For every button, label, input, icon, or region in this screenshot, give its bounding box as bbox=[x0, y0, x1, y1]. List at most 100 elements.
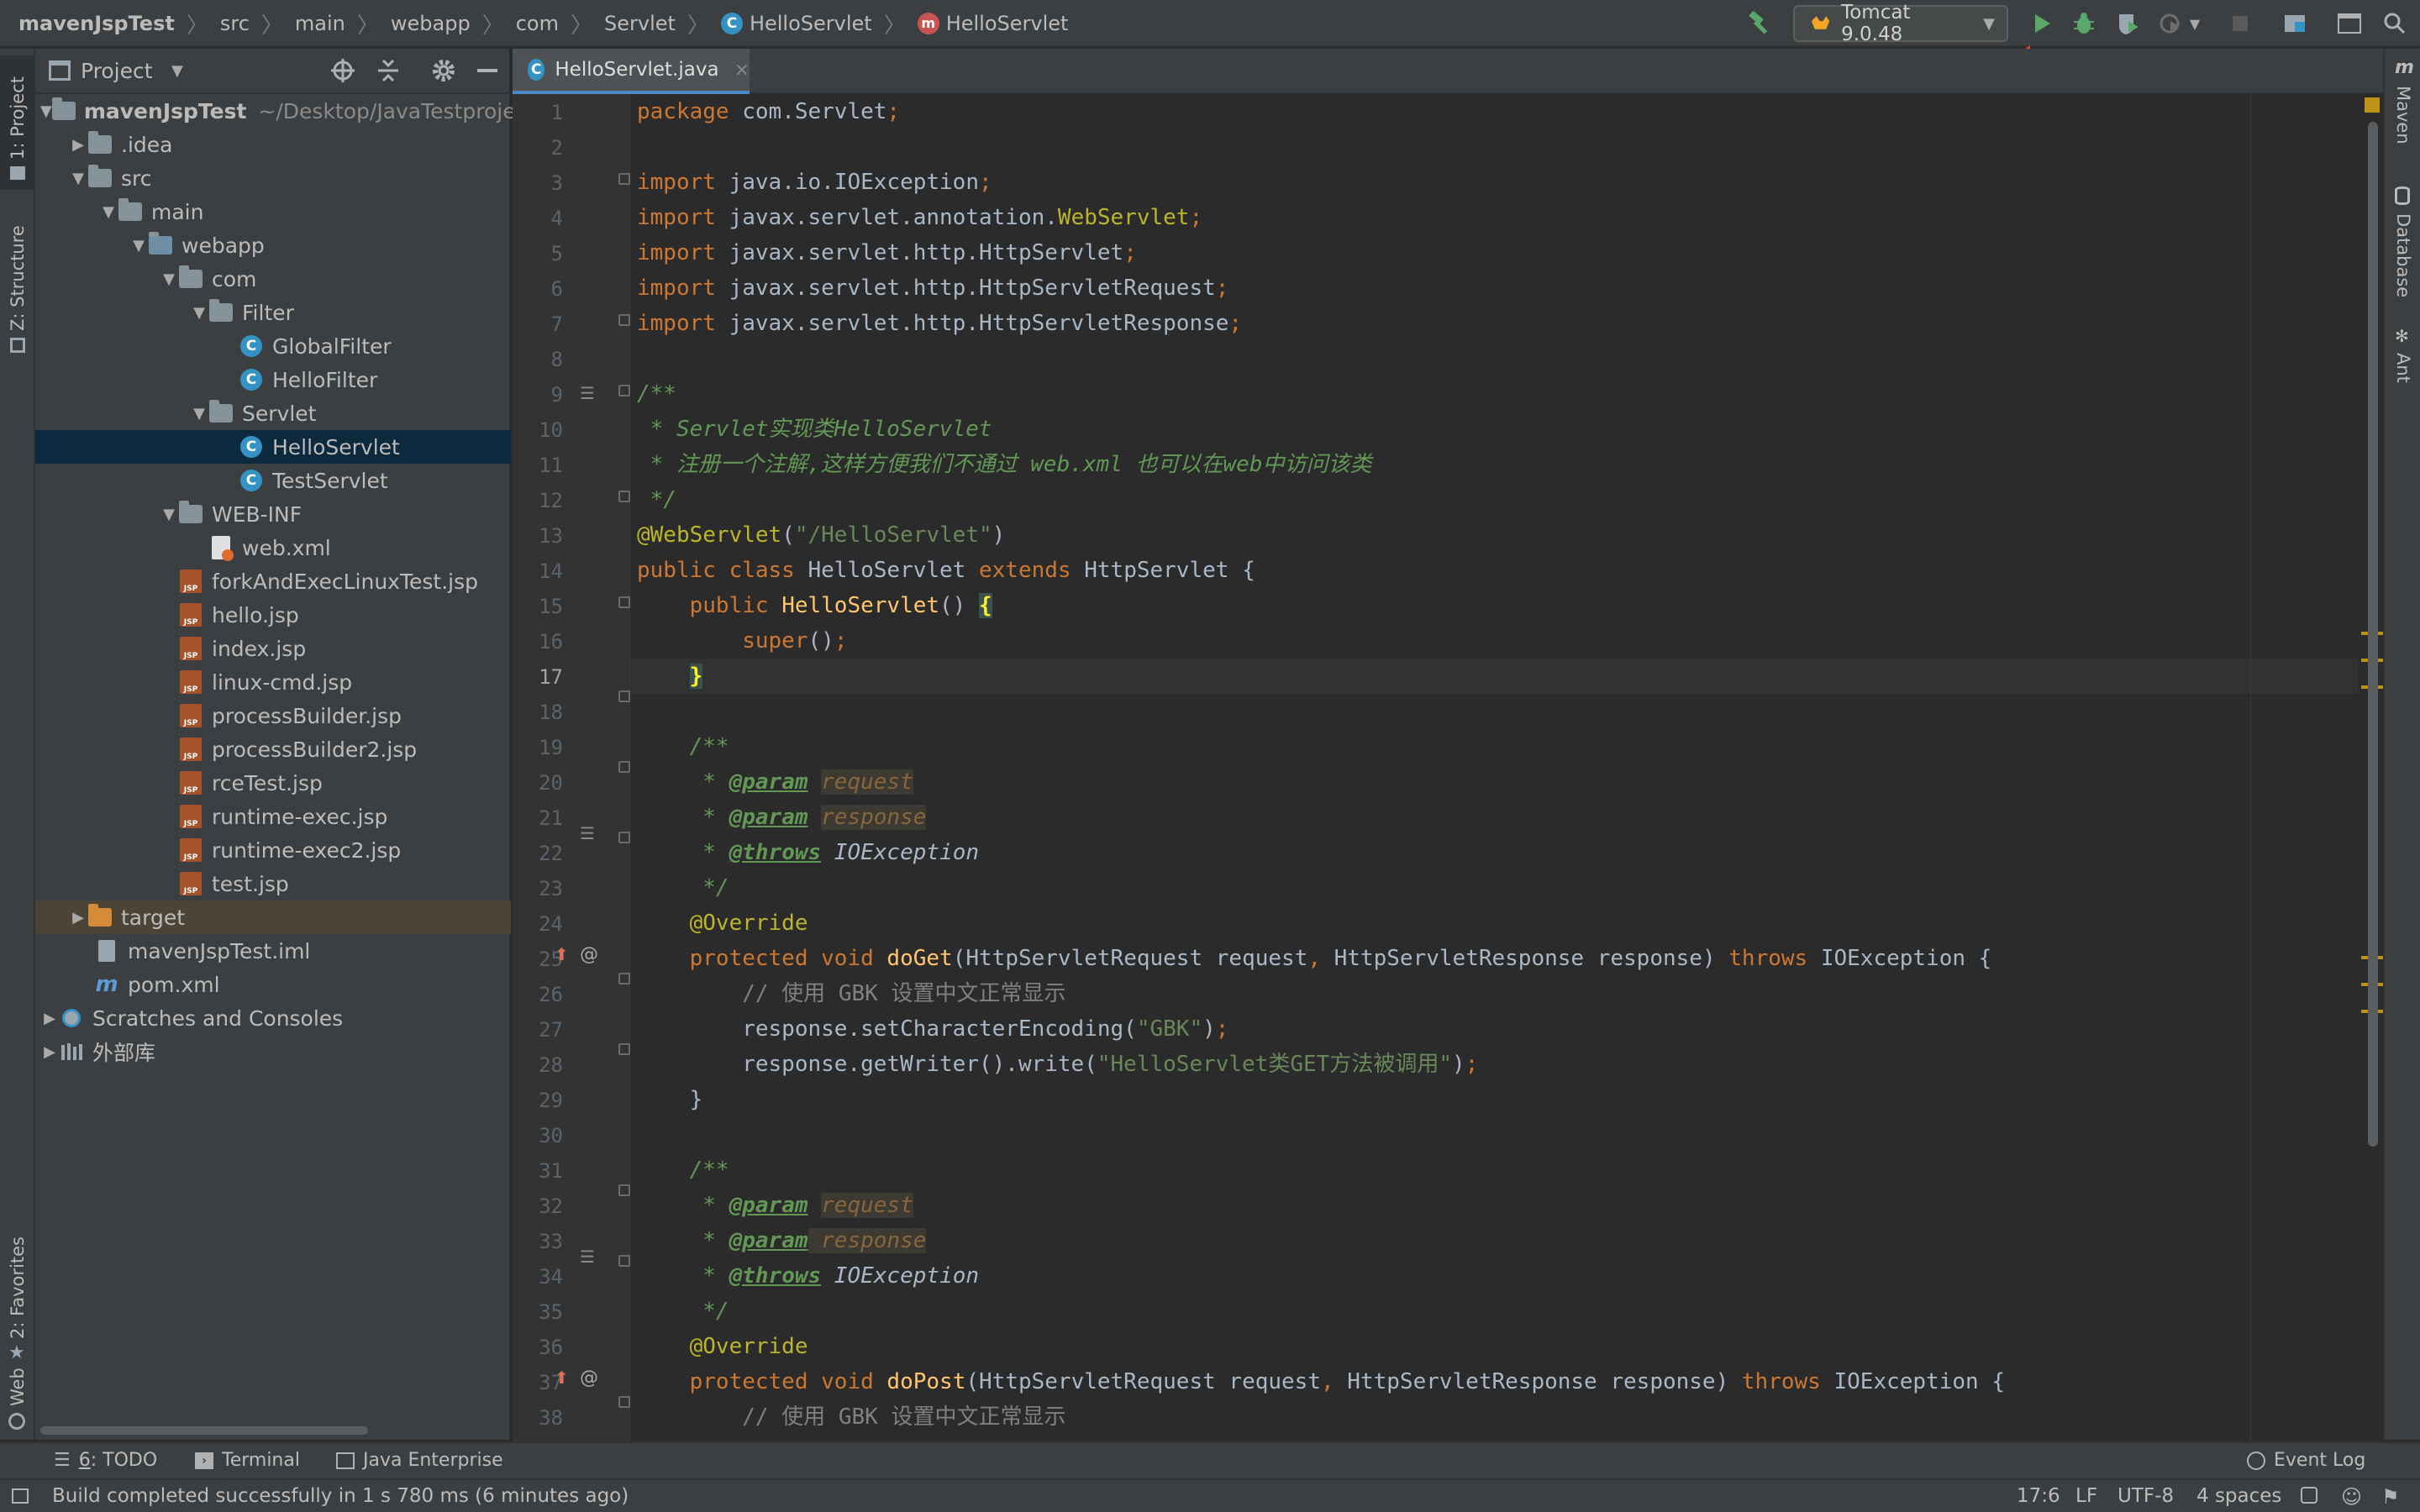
breadcrumb-main[interactable]: main bbox=[295, 12, 345, 35]
terminal-tab[interactable]: › Terminal bbox=[195, 1450, 300, 1471]
code-editor[interactable]: package com.Servlet; import java.io.IOExc… bbox=[630, 94, 2370, 1441]
tree-item[interactable]: C GlobalFilter bbox=[35, 329, 511, 363]
breadcrumb-src[interactable]: src bbox=[220, 12, 250, 35]
tree-item[interactable]: JSP index.jsp bbox=[35, 632, 511, 665]
annotation-marker-icon[interactable]: @ bbox=[580, 1368, 598, 1389]
project-view-title[interactable]: Project bbox=[81, 59, 153, 83]
inspection-icon[interactable]: ☺ bbox=[2341, 1485, 2362, 1509]
fold-marker-icon[interactable] bbox=[618, 1184, 630, 1196]
structure-tool-tab[interactable]: Z: Structure bbox=[0, 208, 35, 360]
tree-item[interactable]: JSP forkAndExecLinuxTest.jsp bbox=[35, 564, 511, 598]
fold-marker-icon[interactable] bbox=[618, 973, 630, 984]
tree-item[interactable]: ▶ .idea bbox=[35, 128, 511, 161]
caret-position[interactable]: 17:6 bbox=[2017, 1485, 2060, 1507]
tree-item[interactable]: ▼ main bbox=[35, 195, 511, 228]
fold-marker-icon[interactable] bbox=[618, 314, 630, 326]
fold-marker-icon[interactable] bbox=[618, 173, 630, 185]
ant-tool-tab[interactable]: ✻ Ant bbox=[2385, 326, 2420, 418]
fold-marker-icon[interactable] bbox=[618, 491, 630, 502]
tree-item[interactable]: web.xml bbox=[35, 531, 511, 564]
annotation-marker-icon[interactable]: @ bbox=[580, 944, 598, 965]
breadcrumb-method[interactable]: m HelloServlet bbox=[917, 12, 1068, 35]
vertical-scrollbar[interactable] bbox=[2368, 122, 2378, 1147]
fold-marker-icon[interactable] bbox=[618, 385, 630, 396]
tree-item[interactable]: ▼ Servlet bbox=[35, 396, 511, 430]
tree-item[interactable]: ▼ Filter bbox=[35, 296, 511, 329]
tree-item[interactable]: JSP hello.jsp bbox=[35, 598, 511, 632]
tree-item[interactable]: ▶ Scratches and Consoles bbox=[35, 1001, 511, 1035]
tree-item[interactable]: ▶ target bbox=[35, 900, 511, 934]
todo-tab[interactable]: ☰ 6: TODO bbox=[54, 1450, 157, 1471]
tree-item[interactable]: JSP processBuilder2.jsp bbox=[35, 732, 511, 766]
locate-target-icon[interactable] bbox=[329, 57, 356, 84]
override-marker-icon[interactable]: ⬆ bbox=[555, 944, 569, 964]
debug-bug-icon[interactable] bbox=[2067, 7, 2101, 40]
tree-item[interactable]: JSP rceTest.jsp bbox=[35, 766, 511, 800]
lock-icon[interactable] bbox=[2301, 1487, 2317, 1504]
warning-indicator-icon[interactable] bbox=[2365, 97, 2380, 113]
java-enterprise-tab[interactable]: Java Enterprise bbox=[336, 1450, 503, 1471]
minimize-icon[interactable] bbox=[477, 69, 497, 72]
breadcrumb-com[interactable]: com bbox=[516, 12, 559, 35]
profile-icon[interactable] bbox=[2154, 7, 2188, 40]
tree-item[interactable]: ▶ 外部库 bbox=[35, 1035, 511, 1068]
web-tool-tab[interactable]: Web bbox=[0, 1342, 35, 1435]
tree-item[interactable]: ▼ webapp bbox=[35, 228, 511, 262]
status-message[interactable]: Build completed successfully in 1 s 780 … bbox=[52, 1485, 629, 1507]
gear-icon[interactable] bbox=[430, 57, 457, 84]
render-doc-icon[interactable]: ☰ bbox=[580, 383, 595, 403]
horizontal-scrollbar[interactable] bbox=[40, 1426, 368, 1435]
project-structure-icon[interactable] bbox=[2279, 7, 2312, 40]
breadcrumb-servlet[interactable]: Servlet bbox=[604, 12, 676, 35]
presentation-icon[interactable] bbox=[2333, 7, 2366, 40]
indent-setting[interactable]: 4 spaces bbox=[2196, 1485, 2281, 1507]
tree-item-selected[interactable]: C HelloServlet bbox=[35, 430, 511, 464]
coverage-icon[interactable] bbox=[2111, 7, 2144, 40]
maven-tool-tab[interactable]: m Maven bbox=[2385, 57, 2420, 166]
favorites-tool-tab[interactable]: 2: Favorites ★ bbox=[0, 1174, 35, 1368]
override-marker-icon[interactable]: ⬆ bbox=[555, 1368, 569, 1388]
tree-item[interactable]: ▼ mavenJspTest ~/Desktop/JavaTestproject bbox=[35, 94, 535, 128]
database-tool-tab[interactable]: Database bbox=[2385, 183, 2420, 309]
line-separator[interactable]: LF bbox=[2075, 1485, 2097, 1507]
tree-item[interactable]: ▼ com bbox=[35, 262, 511, 296]
build-hammer-icon[interactable] bbox=[1743, 7, 1776, 40]
editor-tab-helloservlet[interactable]: C HelloServlet.java × bbox=[513, 49, 750, 94]
chevron-down-icon[interactable]: ▼ bbox=[171, 62, 183, 80]
breadcrumb-class[interactable]: C HelloServlet bbox=[720, 12, 872, 35]
tree-item[interactable]: ▼ WEB-INF bbox=[35, 497, 511, 531]
tree-item[interactable]: C HelloFilter bbox=[35, 363, 511, 396]
run-configuration-select[interactable]: Tomcat 9.0.48 ▼ bbox=[1793, 2, 2008, 45]
event-log-tab[interactable]: Event Log bbox=[2247, 1450, 2365, 1471]
render-doc-icon[interactable]: ☰ bbox=[580, 1247, 595, 1267]
fold-marker-icon[interactable] bbox=[618, 1255, 630, 1267]
tree-item[interactable]: C TestServlet bbox=[35, 464, 511, 497]
tool-windows-icon[interactable] bbox=[12, 1488, 29, 1504]
close-icon[interactable]: × bbox=[734, 60, 750, 81]
breadcrumb-webapp[interactable]: webapp bbox=[391, 12, 471, 35]
run-play-icon[interactable] bbox=[2025, 7, 2059, 40]
project-tool-tab[interactable]: 1: Project bbox=[0, 55, 35, 190]
chevron-down-icon[interactable]: ▼ bbox=[2185, 7, 2205, 40]
search-icon[interactable] bbox=[2378, 7, 2412, 40]
tree-item[interactable]: mavenJspTest.iml bbox=[35, 934, 511, 968]
tree-item[interactable]: JSP runtime-exec2.jsp bbox=[35, 833, 511, 867]
file-encoding[interactable]: UTF-8 bbox=[2118, 1485, 2174, 1507]
fold-marker-icon[interactable] bbox=[618, 1043, 630, 1055]
fold-marker-icon[interactable] bbox=[618, 832, 630, 843]
fold-marker-icon[interactable] bbox=[618, 690, 630, 702]
tree-item[interactable]: ▼ src bbox=[35, 161, 511, 195]
tree-item[interactable]: JSP processBuilder.jsp bbox=[35, 699, 511, 732]
collapse-all-icon[interactable] bbox=[375, 57, 402, 84]
render-doc-icon[interactable]: ☰ bbox=[580, 823, 595, 843]
fold-marker-icon[interactable] bbox=[618, 596, 630, 608]
tree-item[interactable]: JSP runtime-exec.jsp bbox=[35, 800, 511, 833]
notifications-icon[interactable]: ⚑ bbox=[2381, 1485, 2400, 1509]
tree-item[interactable]: JSP test.jsp bbox=[35, 867, 511, 900]
breadcrumb-project[interactable]: mavenJspTest bbox=[18, 12, 175, 35]
fold-marker-icon[interactable] bbox=[618, 761, 630, 773]
stop-icon[interactable] bbox=[2223, 7, 2257, 40]
tree-item[interactable]: m pom.xml bbox=[35, 968, 511, 1001]
tree-item[interactable]: JSP linux-cmd.jsp bbox=[35, 665, 511, 699]
fold-marker-icon[interactable] bbox=[618, 1396, 630, 1408]
